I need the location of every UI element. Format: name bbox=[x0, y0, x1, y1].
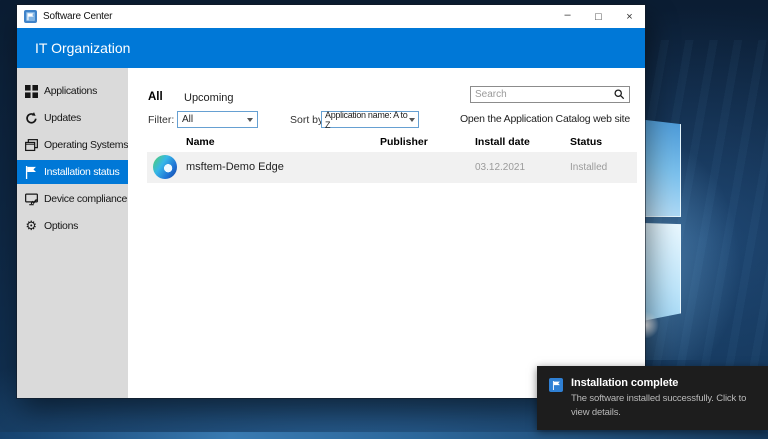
installation-complete-toast[interactable]: Installation complete The software insta… bbox=[537, 366, 768, 430]
tab-upcoming[interactable]: Upcoming bbox=[184, 92, 234, 104]
toast-text: Installation complete The software insta… bbox=[571, 377, 759, 430]
wallpaper-horizon-glow bbox=[0, 432, 768, 439]
window-title: Software Center bbox=[43, 11, 113, 22]
sort-by-value: Application name: A to Z bbox=[325, 109, 408, 130]
column-header-status[interactable]: Status bbox=[570, 136, 602, 148]
column-header-install-date[interactable]: Install date bbox=[475, 136, 530, 148]
sidebar-item-installation-status[interactable]: Installation status bbox=[17, 160, 128, 184]
tab-all[interactable]: All bbox=[148, 91, 163, 103]
main-panel: All Upcoming Filter: All Sort by: Applic… bbox=[128, 68, 645, 398]
organization-banner: IT Organization bbox=[17, 28, 645, 68]
maximize-button[interactable]: □ bbox=[583, 5, 614, 28]
install-date-cell: 03.12.2021 bbox=[475, 162, 526, 173]
gear-icon: ⚙ bbox=[25, 218, 37, 234]
sidebar-item-applications[interactable]: Applications bbox=[17, 79, 128, 103]
sidebar-item-label: Updates bbox=[44, 112, 82, 124]
window-body: Applications Updates Operating Systems I… bbox=[17, 68, 645, 398]
sidebar-item-label: Operating Systems bbox=[44, 139, 129, 151]
sidebar-item-options[interactable]: ⚙ Options bbox=[17, 214, 128, 238]
software-center-toast-icon bbox=[549, 378, 563, 392]
organization-name: IT Organization bbox=[35, 40, 131, 56]
software-center-window: Software Center – □ × IT Organization Ap… bbox=[17, 5, 645, 398]
flag-icon bbox=[24, 165, 38, 179]
sort-by-dropdown[interactable]: Application name: A to Z bbox=[321, 109, 419, 130]
filter-dropdown[interactable]: All bbox=[177, 111, 258, 128]
search-input[interactable] bbox=[475, 89, 614, 100]
window-controls: – □ × bbox=[552, 5, 645, 28]
sidebar-nav: Applications Updates Operating Systems I… bbox=[17, 68, 128, 398]
sidebar-item-label: Options bbox=[44, 220, 79, 232]
sidebar-item-device-compliance[interactable]: Device compliance bbox=[17, 187, 128, 211]
table-row[interactable]: msftem-Demo Edge 03.12.2021 Installed bbox=[147, 152, 637, 183]
status-cell: Installed bbox=[570, 162, 608, 173]
refresh-icon bbox=[24, 111, 38, 125]
application-catalog-link[interactable]: Open the Application Catalog web site bbox=[460, 113, 630, 125]
sidebar-item-operating-systems[interactable]: Operating Systems bbox=[17, 133, 128, 157]
edge-logo-icon bbox=[153, 155, 177, 179]
search-box[interactable] bbox=[470, 86, 630, 103]
software-center-app-icon bbox=[24, 10, 37, 23]
toast-title: Installation complete bbox=[571, 377, 679, 389]
chevron-down-icon bbox=[247, 117, 253, 122]
monitor-check-icon bbox=[24, 192, 38, 206]
app-name-cell: msftem-Demo Edge bbox=[186, 161, 284, 173]
close-button[interactable]: × bbox=[614, 5, 645, 28]
minimize-button[interactable]: – bbox=[552, 5, 583, 28]
windows-stack-icon bbox=[24, 138, 38, 152]
filter-label: Filter: bbox=[148, 114, 175, 126]
toast-message: The software installed successfully. Cli… bbox=[571, 393, 747, 418]
column-header-name[interactable]: Name bbox=[186, 136, 215, 148]
chevron-down-icon bbox=[409, 117, 415, 122]
search-icon[interactable] bbox=[614, 89, 625, 100]
sidebar-item-updates[interactable]: Updates bbox=[17, 106, 128, 130]
titlebar[interactable]: Software Center – □ × bbox=[17, 5, 645, 28]
sidebar-item-label: Device compliance bbox=[44, 193, 128, 205]
column-header-publisher[interactable]: Publisher bbox=[380, 136, 428, 148]
sidebar-item-label: Applications bbox=[44, 85, 98, 97]
apps-grid-icon bbox=[24, 84, 38, 98]
filter-value: All bbox=[182, 114, 194, 125]
sidebar-item-label: Installation status bbox=[44, 166, 120, 178]
